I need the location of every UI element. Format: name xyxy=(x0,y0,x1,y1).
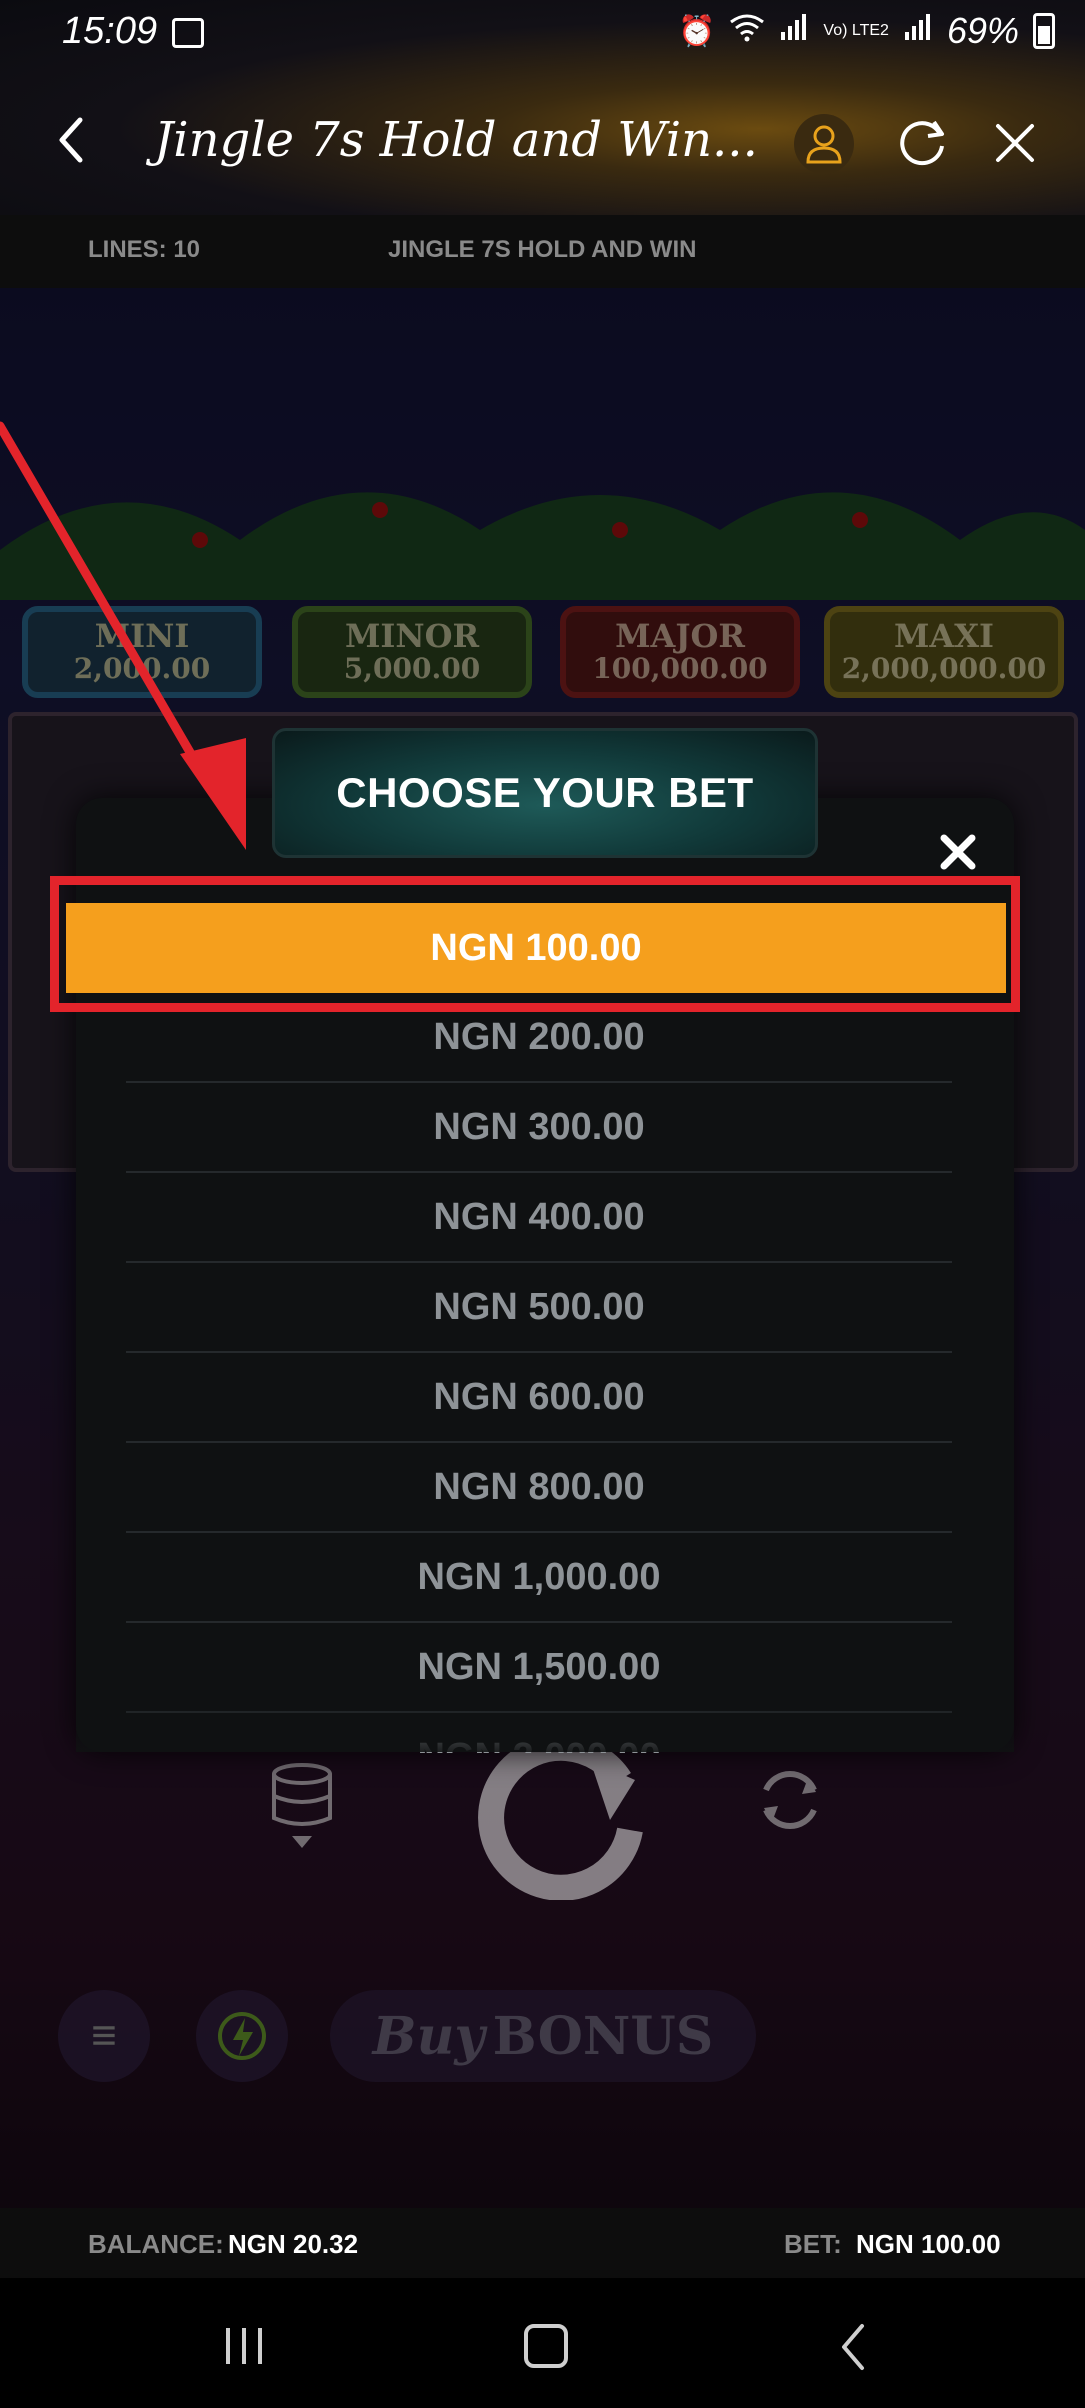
lightning-icon xyxy=(218,2012,266,2060)
back-icon[interactable] xyxy=(52,112,92,172)
reload-icon[interactable] xyxy=(894,114,950,170)
bet-option[interactable]: NGN 400.00 xyxy=(126,1173,952,1263)
modal-title: CHOOSE YOUR BET xyxy=(272,728,818,858)
network-label: Vo) LTE2 xyxy=(823,22,889,39)
stack-icon[interactable] xyxy=(262,1760,342,1850)
turbo-button[interactable] xyxy=(196,1990,288,2082)
balance-value: NGN 20.32 xyxy=(228,2229,359,2259)
profile-icon xyxy=(806,125,842,164)
bet-option[interactable]: NGN 300.00 xyxy=(126,1083,952,1173)
battery-percent: 69% xyxy=(946,10,1019,51)
lines-label: LINES: 10 xyxy=(88,236,201,263)
annotation-arrow xyxy=(0,421,246,850)
close-icon[interactable] xyxy=(936,830,980,874)
buy-bonus-bonus: BONUS xyxy=(492,2005,714,2067)
signal-icon xyxy=(779,12,809,50)
page-title: Jingle 7s Hold and Win... xyxy=(154,112,758,168)
menu-icon: ≡ xyxy=(91,2011,117,2060)
status-icons: ⏰ Vo) LTE2 69% xyxy=(678,10,1055,52)
autoplay-icon[interactable] xyxy=(750,1760,830,1840)
profile-button[interactable] xyxy=(794,114,854,174)
photo-icon xyxy=(172,18,204,48)
bet-option[interactable]: NGN 500.00 xyxy=(126,1263,952,1353)
nav-back-icon[interactable] xyxy=(838,2322,868,2372)
list-fade xyxy=(76,1700,1014,1752)
bet-option[interactable]: NGN 600.00 xyxy=(126,1353,952,1443)
highlight-box xyxy=(50,876,1020,1012)
bet-option[interactable]: NGN 800.00 xyxy=(126,1443,952,1533)
nav-home-icon[interactable] xyxy=(524,2324,568,2368)
nav-recents-icon[interactable] xyxy=(222,2326,266,2366)
bet-option[interactable]: NGN 1,000.00 xyxy=(126,1533,952,1623)
buy-bonus-buy: Buy xyxy=(372,2005,485,2067)
wifi-icon xyxy=(729,12,765,50)
alarm-icon: ⏰ xyxy=(678,14,716,48)
menu-button[interactable]: ≡ xyxy=(58,1990,150,2082)
status-time: 15:09 xyxy=(62,10,158,52)
close-icon[interactable] xyxy=(990,118,1040,168)
game-name-label: JINGLE 7S HOLD AND WIN xyxy=(388,236,697,263)
battery-icon xyxy=(1033,13,1055,49)
buy-bonus-button[interactable]: Buy BONUS xyxy=(330,1990,756,2082)
bet-label: BET: xyxy=(784,2229,842,2259)
bet-options-list[interactable]: NGN 100.00 NGN 200.00 NGN 300.00 NGN 400… xyxy=(66,903,1012,1753)
bet-value: NGN 100.00 xyxy=(856,2229,1001,2259)
signal-icon-2 xyxy=(903,12,933,50)
balance-label: BALANCE: xyxy=(88,2229,224,2259)
